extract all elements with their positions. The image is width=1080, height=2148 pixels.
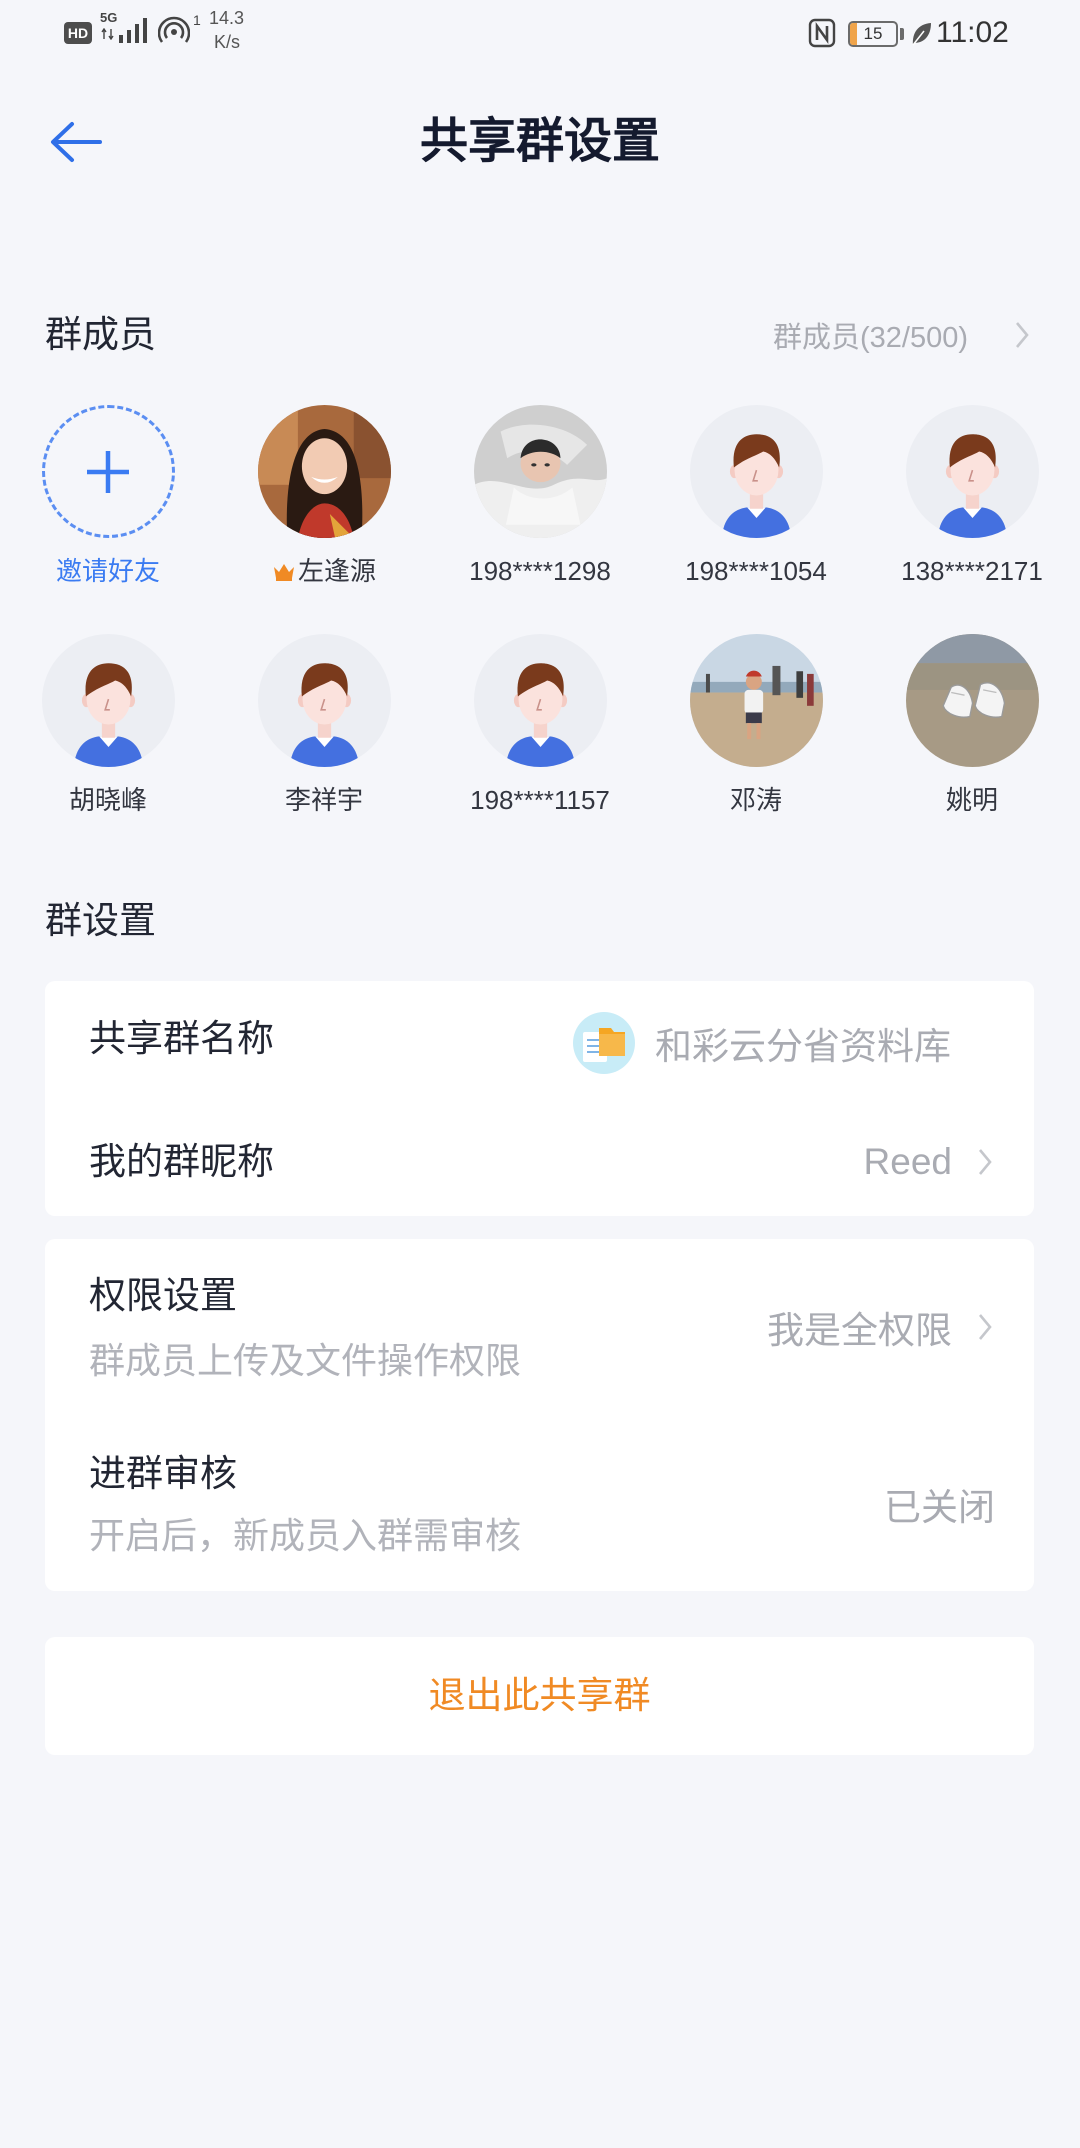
member-avatar-photo: [905, 634, 1039, 767]
default-avatar-icon: [257, 634, 391, 767]
battery-level: 15: [863, 24, 883, 43]
page-title: 共享群设置: [419, 115, 660, 168]
plus-icon: [87, 450, 129, 493]
member-name: 198****1298: [469, 556, 611, 586]
join-review-label: 进群审核: [89, 1453, 237, 1494]
member-name: 胡晓峰: [68, 785, 147, 815]
members-section-title: 群成员: [45, 314, 156, 355]
net-speed-value: 14.3: [209, 8, 245, 28]
group-name-value: 和彩云分省资料库: [573, 1012, 951, 1074]
permissions-value: 我是全权限: [767, 1303, 993, 1351]
member-name: 138****2171: [901, 556, 1043, 586]
join-review-value: 已关闭: [884, 1480, 995, 1528]
member-name: 198****1157: [470, 785, 610, 815]
member-count-label: 群成员(32/500): [772, 322, 968, 354]
member-item[interactable]: 邓涛: [648, 634, 864, 824]
member-name: 左逢源: [216, 553, 432, 589]
group-name-label: 共享群名称: [89, 1018, 274, 1059]
signal-icon: [119, 18, 147, 43]
member-item[interactable]: 姚明: [864, 634, 1080, 824]
member-avatar-photo: [689, 634, 823, 767]
member-item[interactable]: 138****2171: [864, 405, 1080, 595]
chevron-right-icon: [1016, 322, 1029, 348]
exit-card: 退出此共享群: [45, 1637, 1034, 1755]
nickname-row[interactable]: 我的群昵称 Reed: [45, 1099, 1034, 1216]
member-item[interactable]: 李祥宇: [216, 634, 432, 824]
group-folder-icon: [573, 1012, 635, 1074]
default-avatar-icon: [689, 405, 823, 538]
hd-icon: HD: [64, 22, 92, 44]
nfc-icon: [808, 18, 836, 48]
invite-label: 邀请好友: [55, 556, 160, 586]
battery-icon: 15: [848, 21, 898, 47]
data-arrows-icon: [101, 28, 114, 40]
battery-cap: [900, 28, 904, 40]
exit-group-button[interactable]: 退出此共享群: [45, 1637, 1034, 1755]
nickname-value: Reed: [864, 1138, 993, 1186]
join-review-description: 开启后，新成员入群需审核: [89, 1515, 522, 1556]
permissions-value-text: 我是全权限: [767, 1310, 952, 1351]
permissions-row[interactable]: 权限设置 群成员上传及文件操作权限 我是全权限: [45, 1239, 1034, 1415]
member-name: 李祥宇: [284, 785, 363, 815]
join-review-status: 已关闭: [884, 1487, 995, 1528]
group-name-text: 和彩云分省资料库: [655, 1026, 951, 1067]
join-review-row[interactable]: 进群审核 开启后，新成员入群需审核 已关闭: [45, 1415, 1034, 1591]
member-name: 198****1054: [685, 556, 827, 586]
member-item[interactable]: 198****1157: [432, 634, 648, 824]
chevron-right-icon: [979, 1314, 992, 1340]
member-name: 姚明: [945, 785, 998, 815]
nickname-text: Reed: [863, 1141, 952, 1182]
member-avatar-photo: [473, 405, 607, 538]
invite-circle: [41, 405, 175, 538]
hotspot-count: 1: [193, 12, 201, 28]
default-avatar-icon: [473, 634, 607, 767]
default-avatar-icon: [905, 405, 1039, 538]
chevron-right-icon: [979, 1149, 992, 1175]
crown-icon: [273, 564, 294, 581]
group-name-row[interactable]: 共享群名称 和彩云分省资料库: [45, 981, 1034, 1099]
hotspot-icon: [158, 16, 190, 43]
member-avatar-photo: [257, 405, 391, 538]
member-item[interactable]: 198****1298: [432, 405, 648, 595]
network-type: 5G: [100, 10, 118, 25]
member-count-link[interactable]: 群成员(32/500): [773, 310, 1030, 360]
default-avatar-icon: [41, 634, 175, 767]
member-item[interactable]: 胡晓峰: [0, 634, 216, 824]
net-speed-unit: K/s: [214, 32, 241, 52]
member-name: 邓涛: [729, 785, 782, 815]
permissions-label: 权限设置: [89, 1275, 237, 1316]
member-item[interactable]: 198****1054: [648, 405, 864, 595]
group-info-card: 共享群名称 和彩云分省资料库 我的群昵称 Reed: [45, 981, 1034, 1216]
nickname-label: 我的群昵称: [89, 1141, 274, 1182]
settings-section-title: 群设置: [45, 900, 156, 941]
invite-friend-button[interactable]: 邀请好友: [0, 405, 216, 595]
member-item[interactable]: 左逢源: [216, 405, 432, 595]
permissions-description: 群成员上传及文件操作权限: [89, 1340, 522, 1381]
clock: 11:02: [936, 16, 1009, 49]
power-saving-leaf-icon: [912, 23, 931, 46]
permissions-card: 权限设置 群成员上传及文件操作权限 我是全权限 进群审核 开启后，新成员入群需审…: [45, 1239, 1034, 1591]
